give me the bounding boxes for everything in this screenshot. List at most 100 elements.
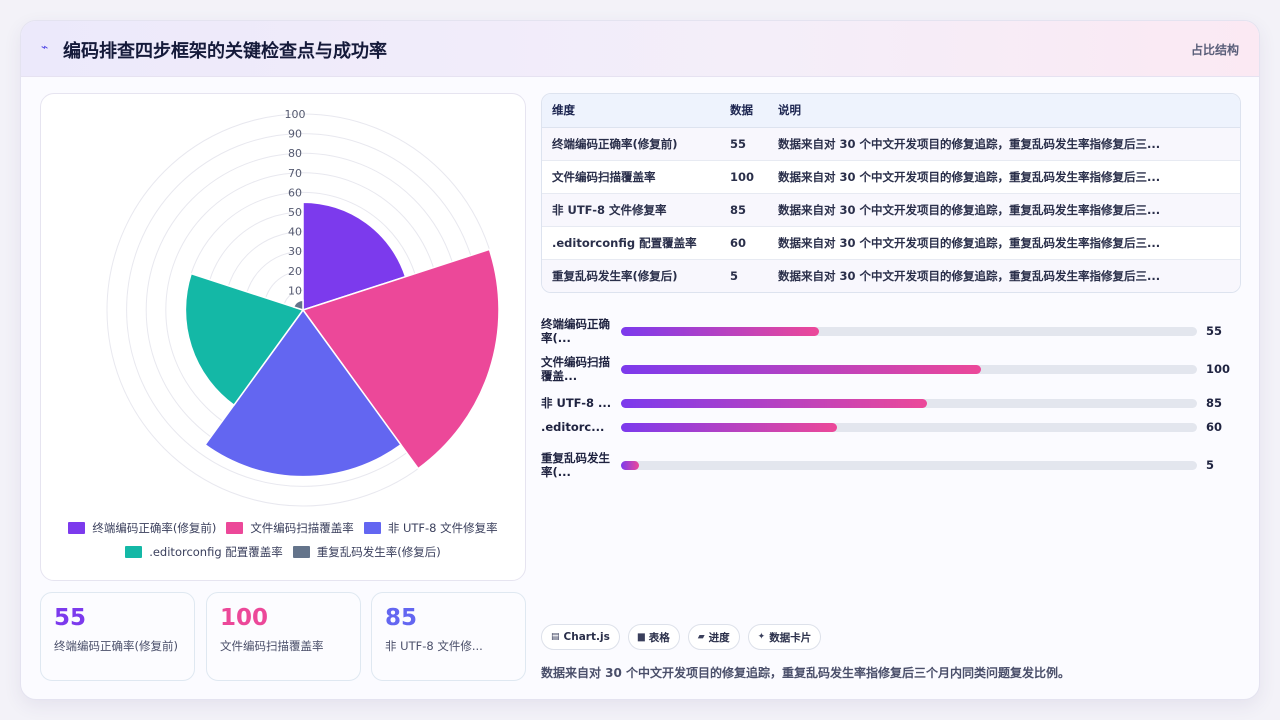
radial-tick-label: 40: [288, 226, 302, 239]
table-cell: 文件编码扫描覆盖率: [542, 160, 720, 194]
progress-value: 85: [1206, 396, 1223, 410]
progress-value: 100: [1206, 362, 1231, 376]
legend-label: 终端编码正确率(修复前): [92, 521, 217, 535]
radial-tick-label: 70: [288, 167, 302, 180]
chip-progress[interactable]: ▰ 进度: [687, 624, 740, 650]
table-row[interactable]: 终端编码正确率(修复前) 55 数据来自对 30 个中文开发项目的修复追踪，重复乱码…: [542, 127, 1240, 161]
table-row[interactable]: 文件编码扫描覆盖率 100 数据来自对 30 个中文开发项目的修复追踪，重复乱码发生…: [542, 160, 1240, 194]
legend-label: 文件编码扫描覆盖率: [250, 521, 354, 535]
table-header-row: 维度 数据 说明: [542, 94, 1240, 128]
legend-item[interactable]: 非 UTF-8 文件修复率: [363, 520, 498, 536]
stat-label: 非 UTF-8 文件修...: [385, 639, 483, 653]
chart-icon: ▤: [551, 632, 560, 642]
radial-tick-label: 30: [288, 245, 302, 258]
polar-area-chart: 10 20 30 40 50 60 70 80 90 100: [106, 108, 500, 507]
table-body: 终端编码正确率(修复前) 55 数据来自对 30 个中文开发项目的修复追踪，重复乱码…: [542, 127, 1240, 292]
table-cell: 数据来自对 30 个中文开发项目的修复追踪，重复乱码发生率指修复后三...: [768, 193, 1240, 227]
legend-item[interactable]: .editorconfig 配置覆盖率: [125, 544, 283, 560]
radial-tick-label: 60: [288, 186, 302, 199]
header-bar: ⌁ 编码排查四步框架的关键检查点与成功率 占比结构: [21, 21, 1259, 77]
progress-track: [621, 398, 1197, 408]
legend-swatch: [292, 546, 310, 558]
stat-card: 100 文件编码扫描覆盖率: [206, 592, 361, 681]
table-cell: 数据来自对 30 个中文开发项目的修复追踪，重复乱码发生率指修复后三...: [768, 259, 1240, 292]
chip-chart[interactable]: ▤ Chart.js: [541, 624, 620, 650]
stat-value: 85: [385, 605, 418, 631]
table-cell: 数据来自对 30 个中文开发项目的修复追踪，重复乱码发生率指修复后三...: [768, 127, 1240, 161]
chip-label: 进度: [708, 631, 730, 644]
progress-fill: [621, 326, 819, 336]
progress-track: [621, 364, 1197, 374]
table-row[interactable]: 重复乱码发生率(修复后) 5 数据来自对 30 个中文开发项目的修复追踪，重复乱码发…: [542, 259, 1240, 292]
table-cell: 数据来自对 30 个中文开发项目的修复追踪，重复乱码发生率指修复后三...: [768, 160, 1240, 194]
table-cell: 非 UTF-8 文件修复率: [542, 193, 720, 227]
progress-track: [621, 460, 1197, 470]
progress-value: 55: [1206, 324, 1223, 338]
table-row[interactable]: 非 UTF-8 文件修复率 85 数据来自对 30 个中文开发项目的修复追踪，重复乱…: [542, 193, 1240, 227]
radial-tick-label: 100: [285, 108, 306, 121]
legend-label: 非 UTF-8 文件修复率: [387, 521, 498, 535]
radial-tick-label: 80: [288, 147, 302, 160]
radial-tick-label: 50: [288, 206, 302, 219]
radial-tick-label: 20: [288, 265, 302, 278]
stat-value: 100: [220, 605, 269, 631]
polar-chart-panel: 10 20 30 40 50 60 70 80 90 100 终端编码正确率(修复前) 文件编码扫描…: [40, 93, 526, 581]
table-cell: 终端编码正确率(修复前): [542, 127, 720, 161]
legend-swatch: [226, 522, 244, 534]
progress-fill: [621, 460, 639, 470]
table-cell: 100: [720, 160, 768, 194]
progress-value: 60: [1206, 420, 1223, 434]
stat-card: 85 非 UTF-8 文件修...: [371, 592, 526, 681]
legend-label: .editorconfig 配置覆盖率: [149, 545, 283, 559]
chart-legend: 终端编码正确率(修复前) 文件编码扫描覆盖率 非 UTF-8 文件修复率 .edito…: [41, 520, 525, 560]
view-chips: ▤ Chart.js ▆ 表格 ▰ 进度 ✦ 数据卡片: [541, 624, 822, 650]
table-cell: .editorconfig 配置覆盖率: [542, 226, 720, 260]
chip-label: 表格: [648, 631, 670, 644]
stat-label: 文件编码扫描覆盖率: [220, 639, 324, 653]
table-header-cell[interactable]: 维度: [542, 94, 720, 128]
chip-label: 数据卡片: [769, 631, 812, 644]
stat-label: 终端编码正确率(修复前): [54, 639, 178, 653]
page-title: 编码排查四步框架的关键检查点与成功率: [63, 41, 387, 62]
stat-card: 55 终端编码正确率(修复前): [40, 592, 195, 681]
table-row[interactable]: .editorconfig 配置覆盖率 60 数据来自对 30 个中文开发项目的修复…: [542, 226, 1240, 260]
progress-row: 重复乱码发生率(... 5: [541, 451, 1241, 479]
dashboard-card: ⌁ 编码排查四步框架的关键检查点与成功率 占比结构 10 20 30 40 50 60 70…: [20, 20, 1260, 700]
progress-label: .editorc...: [541, 420, 605, 434]
progress-label: 重复乱码发生率(...: [541, 451, 610, 479]
progress-label: 非 UTF-8 ...: [541, 396, 612, 410]
stat-value: 55: [54, 605, 87, 631]
progress-fill: [621, 398, 927, 408]
progress-list: 终端编码正确率(... 55 文件编码扫描覆盖... 100 非 UTF-8 ... 85…: [541, 303, 1241, 483]
table-cell: 重复乱码发生率(修复后): [542, 259, 720, 292]
sparkline-icon: ⌁: [41, 40, 49, 54]
table-cell: 60: [720, 226, 768, 260]
progress-row: 非 UTF-8 ... 85: [541, 396, 1241, 410]
radial-tick-label: 10: [288, 284, 302, 297]
progress-icon: ▰: [697, 632, 705, 642]
chart-type-tag[interactable]: 占比结构: [1191, 41, 1239, 58]
progress-row: 终端编码正确率(... 55: [541, 317, 1241, 345]
progress-label: 文件编码扫描覆盖...: [541, 355, 610, 383]
chip-label: Chart.js: [563, 631, 610, 643]
progress-label: 终端编码正确率(...: [541, 317, 610, 345]
footnote: 数据来自对 30 个中文开发项目的修复追踪，重复乱码发生率指修复后三个月内同类问…: [541, 666, 1071, 680]
table-cell: 数据来自对 30 个中文开发项目的修复追踪，重复乱码发生率指修复后三...: [768, 226, 1240, 260]
legend-swatch: [125, 546, 143, 558]
progress-row: 文件编码扫描覆盖... 100: [541, 355, 1241, 383]
legend-item[interactable]: 文件编码扫描覆盖率: [226, 520, 354, 536]
table-cell: 85: [720, 193, 768, 227]
sparkle-icon: ✦: [757, 632, 766, 642]
progress-track: [621, 422, 1197, 432]
legend-item[interactable]: 重复乱码发生率(修复后): [292, 544, 441, 560]
chip-table[interactable]: ▆ 表格: [627, 624, 680, 650]
progress-row: .editorc... 60: [541, 420, 1241, 434]
table-header-cell[interactable]: 数据: [720, 94, 768, 128]
radial-tick-label: 90: [288, 128, 302, 141]
table-icon: ▆: [637, 632, 645, 642]
progress-track: [621, 326, 1197, 336]
table-header-cell[interactable]: 说明: [768, 94, 1240, 128]
legend-item[interactable]: 终端编码正确率(修复前): [68, 520, 216, 536]
chip-sparkle[interactable]: ✦ 数据卡片: [747, 624, 822, 650]
progress-value: 5: [1206, 458, 1215, 472]
